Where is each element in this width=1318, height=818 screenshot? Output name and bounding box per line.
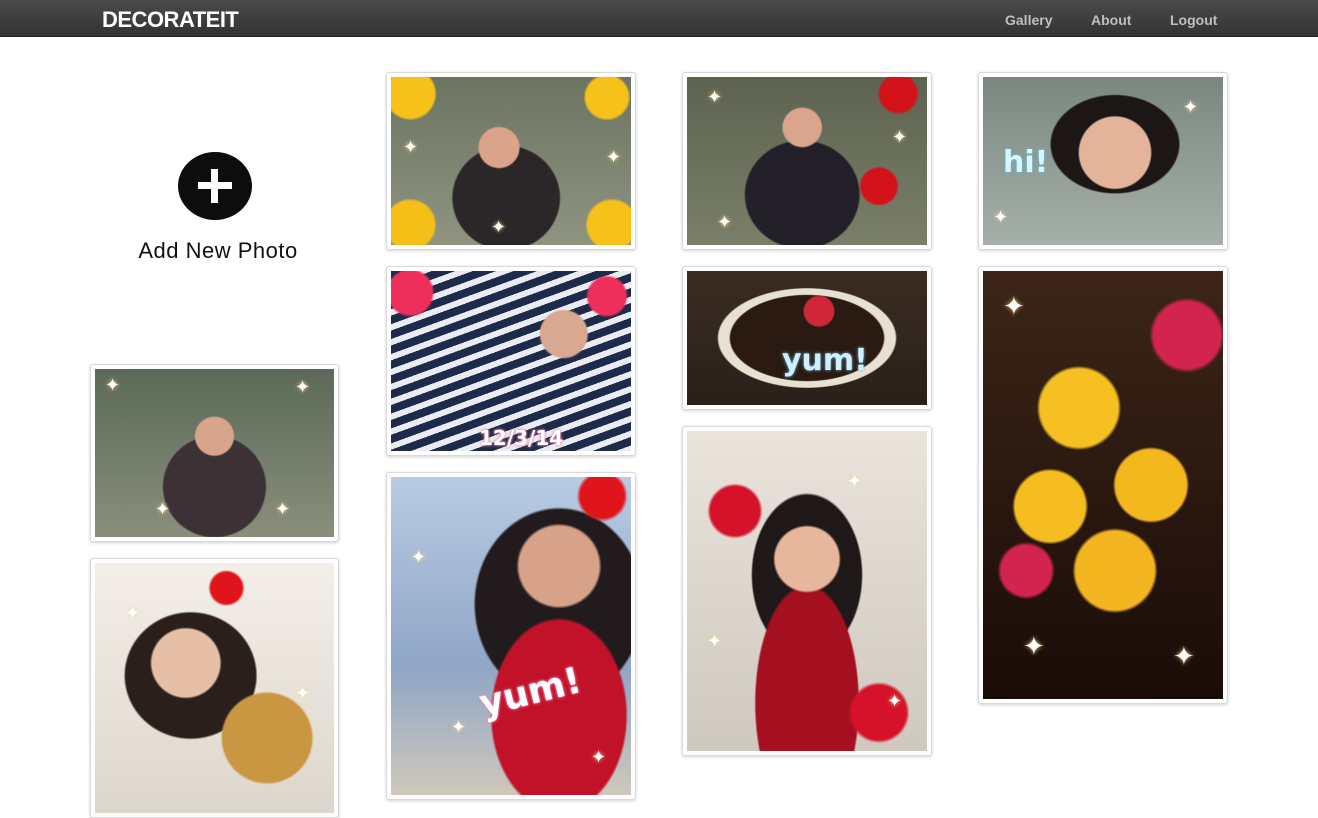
photo-thumbnail[interactable]: ✦ ✦ ✦ bbox=[682, 72, 932, 250]
top-navbar: DECORATEIT Gallery About Logout bbox=[0, 0, 1318, 37]
brand-logo[interactable]: DECORATEIT bbox=[102, 7, 239, 33]
decorated-photo: yum! bbox=[687, 271, 927, 405]
decorated-photo: 12/3/14 bbox=[391, 271, 631, 451]
decorated-photo: ✦ ✦ ✦ yum! bbox=[391, 477, 631, 795]
decorated-photo: ✦ ✦ ✦ bbox=[391, 77, 631, 245]
photo-thumbnail[interactable]: ✦ ✦ ✦ yum! bbox=[386, 472, 636, 800]
plus-circle-icon[interactable] bbox=[178, 152, 252, 220]
decorated-photo: ✦ ✦ ✦ ✦ bbox=[95, 369, 334, 537]
add-new-photo-button[interactable]: Add New Photo bbox=[120, 150, 316, 270]
photo-caption: 12/3/14 bbox=[479, 426, 564, 450]
photo-thumbnail[interactable]: ✦ ✦ bbox=[90, 558, 339, 818]
nav-about-link[interactable]: About bbox=[1091, 12, 1131, 28]
photo-thumbnail[interactable]: yum! bbox=[682, 266, 932, 410]
decorated-photo: ✦ ✦ ✦ bbox=[983, 271, 1223, 699]
photo-thumbnail[interactable]: 12/3/14 bbox=[386, 266, 636, 456]
decorated-photo: ✦ ✦ bbox=[95, 563, 334, 813]
photo-caption: yum! bbox=[782, 343, 868, 378]
photo-caption: hi! bbox=[1003, 145, 1049, 180]
photo-thumbnail[interactable]: ✦ ✦ ✦ bbox=[978, 266, 1228, 704]
nav-gallery-link[interactable]: Gallery bbox=[1005, 12, 1052, 28]
photo-thumbnail[interactable]: ✦ ✦ hi! bbox=[978, 72, 1228, 250]
photo-thumbnail[interactable]: ✦ ✦ ✦ bbox=[682, 426, 932, 756]
photo-thumbnail[interactable]: ✦ ✦ ✦ bbox=[386, 72, 636, 250]
decorated-photo: ✦ ✦ hi! bbox=[983, 77, 1223, 245]
photo-thumbnail[interactable]: ✦ ✦ ✦ ✦ bbox=[90, 364, 339, 542]
photo-caption: yum! bbox=[475, 660, 586, 725]
decorated-photo: ✦ ✦ ✦ bbox=[687, 77, 927, 245]
add-new-photo-label: Add New Photo bbox=[138, 238, 298, 263]
nav-logout-link[interactable]: Logout bbox=[1170, 12, 1217, 28]
decorated-photo: ✦ ✦ ✦ bbox=[687, 431, 927, 751]
